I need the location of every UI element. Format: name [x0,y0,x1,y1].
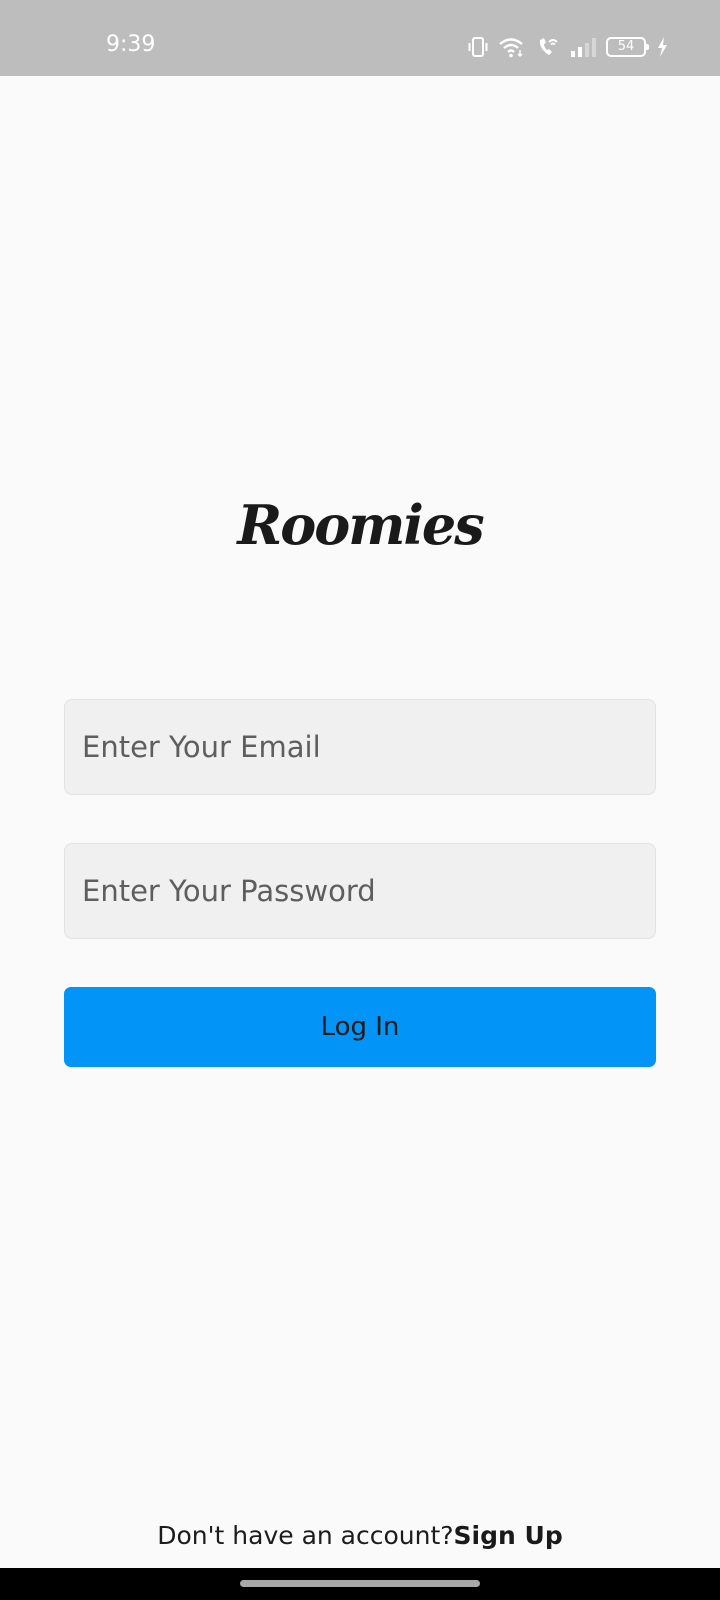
navigation-bar [0,1568,720,1600]
home-indicator[interactable] [240,1580,480,1587]
signal-icon [570,36,596,58]
login-screen: 9:39 54 Roomies Enter Your Email Log In … [0,0,720,1600]
vibrate-icon [468,36,488,58]
wifi-icon [498,36,526,58]
status-time: 9:39 [106,32,156,57]
signup-row: Don't have an account?Sign Up [0,1518,720,1554]
signup-prompt: Don't have an account? [157,1521,454,1550]
app-logo: Roomies [237,493,484,557]
signup-link[interactable]: Sign Up [454,1521,563,1550]
password-field[interactable] [64,843,656,939]
email-field[interactable] [64,699,656,795]
status-icons: 54 [468,34,668,60]
wifi-call-icon [536,36,560,58]
login-button[interactable]: Log In [64,987,656,1067]
battery-icon: 54 [606,37,649,57]
charging-icon [656,36,668,58]
status-bar: 9:39 54 [0,0,720,76]
login-button-label: Log In [320,1012,400,1042]
